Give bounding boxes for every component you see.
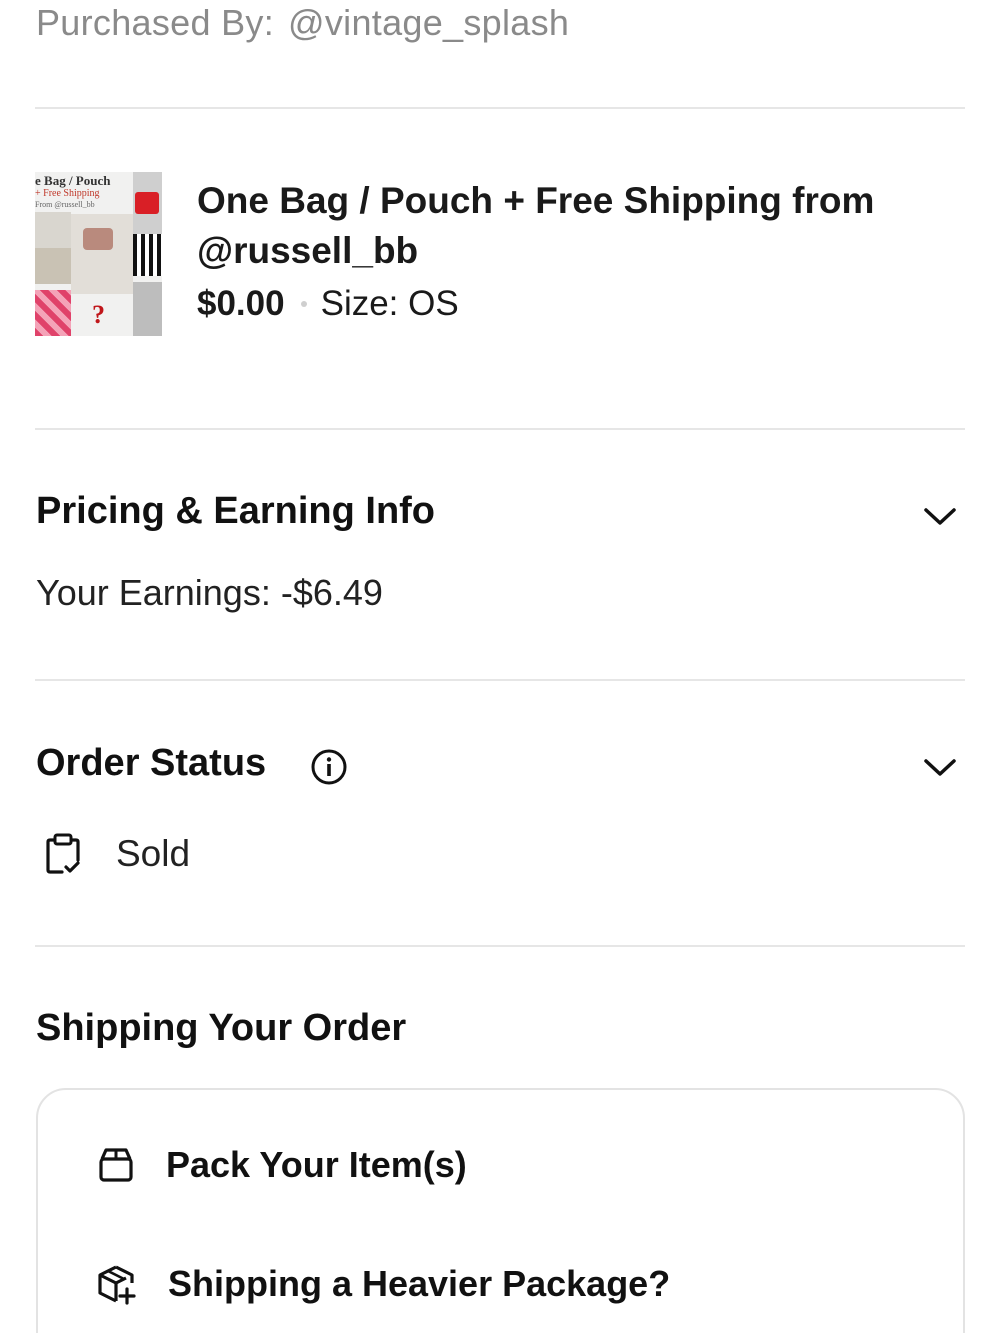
clipboard-check-icon xyxy=(46,833,80,874)
purchased-by: Purchased By: @vintage_splash xyxy=(36,2,569,44)
thumb-tile xyxy=(35,248,71,284)
thumb-tile xyxy=(135,192,159,214)
listing-title[interactable]: One Bag / Pouch + Free Shipping from @ru… xyxy=(197,176,937,276)
chevron-down-icon[interactable] xyxy=(922,504,958,528)
heavy-package-icon xyxy=(98,1265,136,1305)
purchased-by-label: Purchased By: xyxy=(36,2,275,43)
thumbnail-question-mark: ? xyxy=(92,300,105,329)
thumbnail-caption: e Bag / Pouch + Free Shipping From @russ… xyxy=(35,174,133,210)
pack-items-label: Pack Your Item(s) xyxy=(166,1144,467,1185)
info-icon[interactable] xyxy=(310,748,348,786)
thumb-tile xyxy=(83,228,113,250)
thumb-tile xyxy=(71,214,133,294)
order-status-heading[interactable]: Order Status xyxy=(36,742,266,785)
heavier-package-label: Shipping a Heavier Package? xyxy=(168,1263,671,1304)
buyer-handle-link[interactable]: @vintage_splash xyxy=(288,2,569,43)
listing-meta: $0.00 Size: OS xyxy=(197,284,459,324)
order-status-value: Sold xyxy=(116,833,191,874)
thumb-tile xyxy=(35,290,71,336)
listing-thumbnail[interactable]: e Bag / Pouch + Free Shipping From @russ… xyxy=(35,172,162,336)
thumbnail-caption-line: e Bag / Pouch xyxy=(35,173,111,188)
pack-items-row[interactable]: Pack Your Item(s) xyxy=(96,1144,467,1186)
shipping-section-heading: Shipping Your Order xyxy=(36,1007,407,1049)
divider xyxy=(35,945,965,947)
divider xyxy=(35,428,965,430)
order-details-page: Purchased By: @vintage_splash e Bag / Pou… xyxy=(0,0,1000,1333)
thumb-tile xyxy=(35,212,71,248)
thumbnail-caption-line: + Free Shipping xyxy=(35,188,100,199)
order-status-row: Sold xyxy=(44,832,190,876)
listing-price: $0.00 xyxy=(197,284,285,323)
thumbnail-caption-line: From @russell_bb xyxy=(35,200,95,209)
thumb-tile xyxy=(133,282,162,336)
earnings-text: Your Earnings: -$6.49 xyxy=(36,572,383,613)
divider xyxy=(35,679,965,681)
box-icon xyxy=(99,1148,133,1182)
heavier-package-row[interactable]: Shipping a Heavier Package? xyxy=(96,1263,670,1305)
pricing-section-heading[interactable]: Pricing & Earning Info xyxy=(36,490,435,533)
chevron-down-icon[interactable] xyxy=(922,755,958,779)
thumb-tile xyxy=(133,234,162,276)
listing-size: Size: OS xyxy=(320,284,459,323)
separator-dot xyxy=(300,301,307,307)
divider xyxy=(35,107,965,109)
